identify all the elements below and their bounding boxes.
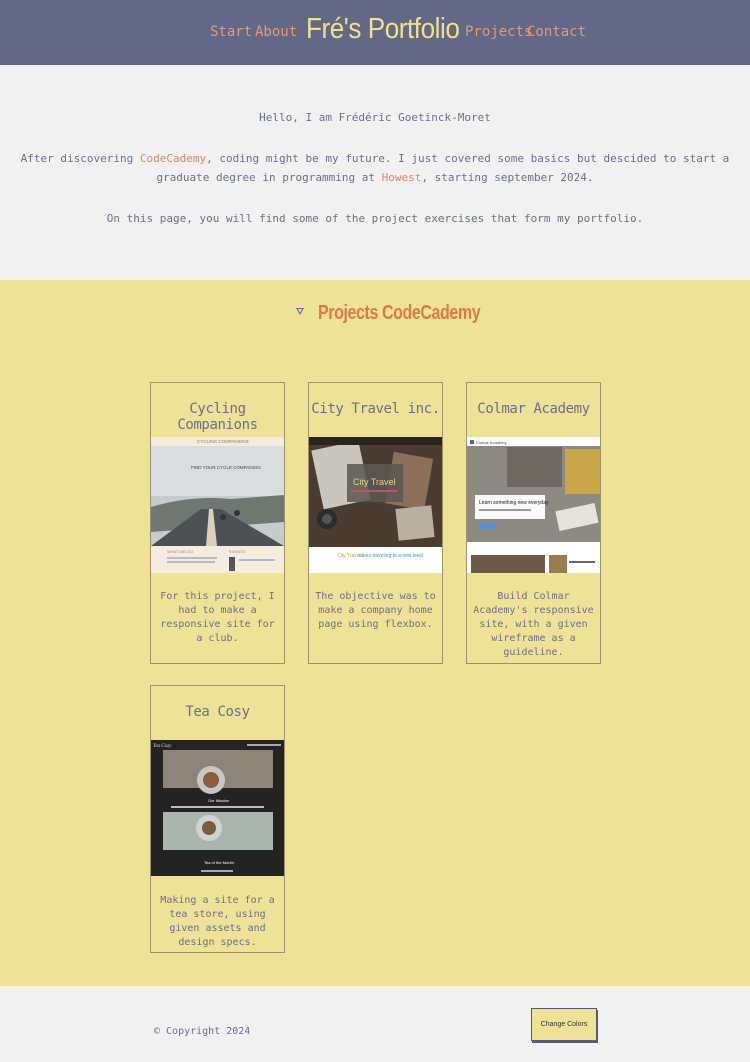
project-card-title: Colmar Academy <box>477 401 590 417</box>
thumb-whatwedo-text: WHAT WE DO <box>167 549 193 554</box>
thumb-colmar-hero: Learn something new everyday <box>479 500 549 506</box>
site-brand[interactable]: Fré's Portfolio <box>306 13 460 46</box>
projects-heading: Projects CodeCademy <box>318 302 481 324</box>
intro-text-before: After discovering <box>20 152 140 165</box>
intro-text-after: , starting september 2024. <box>421 171 594 184</box>
project-card-description: Making a site for a tea store, using giv… <box>160 895 275 948</box>
thumb-teamonth-text: Tea of the Month <box>204 860 234 865</box>
project-card-citytravel[interactable]: City Travel inc. City Travel City Travel… <box>308 382 443 664</box>
thumb-tagline-brand: City Travel <box>337 553 361 559</box>
thumb-citytravel-logo: City Travel <box>353 477 396 487</box>
greeting-text: Hello, I am Frédéric Goetinck-Moret <box>259 111 491 124</box>
project-thumbnail[interactable]: CYCLING COMPANIONS FIND YOUR CYCLE COMPA… <box>151 437 284 573</box>
project-card-description: The objective was to make a company home… <box>315 591 436 630</box>
projects-heading-toggle[interactable]: Projects CodeCademy <box>296 302 521 325</box>
project-card-title: Tea Cosy <box>185 704 250 720</box>
projects-section: Projects CodeCademy Cycling Companions C… <box>0 280 750 986</box>
project-card-description: Build Colmar Academy's responsive site, … <box>473 591 594 658</box>
project-thumbnail[interactable]: Tea Cozy Our Mission Tea of the Month <box>151 740 284 876</box>
nav-link-about[interactable]: About <box>255 24 297 40</box>
project-card-colmar[interactable]: Colmar Academy Colmar Academy Learn some… <box>466 382 601 664</box>
project-card-teacosy[interactable]: Tea Cosy Tea Cozy Our Mission Tea of the… <box>150 685 285 953</box>
project-card-cycling[interactable]: Cycling Companions CYCLING COMPANIONS FI… <box>150 382 285 664</box>
nav-link-start[interactable]: Start <box>210 24 252 40</box>
thumb-colmar-logo: Colmar Academy <box>476 440 506 445</box>
thumb-teacozy-logo: Tea Cozy <box>153 744 172 749</box>
collapse-triangle-icon[interactable] <box>296 308 304 315</box>
intro-portfolio-text: On this page, you will find some of the … <box>106 212 644 225</box>
project-card-title: Cycling Companions <box>177 401 258 433</box>
thumb-hero-text: FIND YOUR CYCLE COMPANION <box>191 465 261 470</box>
nav-link-projects[interactable]: Projects <box>465 24 532 40</box>
project-card-description: For this project, I had to make a respon… <box>160 591 275 644</box>
codecademy-link[interactable]: CodeCademy <box>140 152 206 165</box>
intro-paragraph: After discovering CodeCademy, coding mig… <box>0 149 750 187</box>
top-navbar: Start About Fré's Portfolio Projects Con… <box>0 0 750 65</box>
project-thumbnail[interactable]: Colmar Academy Learn something new every… <box>467 437 600 573</box>
thumb-tagline-text: takes traveling to a new level <box>359 553 423 559</box>
thumb-mission-text: Our Mission <box>208 798 229 803</box>
change-colors-button[interactable]: Change Colors <box>531 1008 597 1041</box>
project-thumbnail[interactable]: City Travel City Travel takes traveling … <box>309 437 442 573</box>
project-card-title: City Travel inc. <box>311 401 440 417</box>
nav-link-contact[interactable]: Contact <box>527 24 586 40</box>
copyright-text: © Copyright 2024 <box>154 1026 251 1037</box>
thumb-events-text: EVENTS <box>229 549 245 554</box>
intro-section: Hello, I am Frédéric Goetinck-Moret Afte… <box>0 65 750 280</box>
howest-link[interactable]: Howest <box>382 171 422 184</box>
thumb-title-text: CYCLING COMPANIONS <box>197 439 249 444</box>
footer: © Copyright 2024 Change Colors <box>0 986 750 1062</box>
